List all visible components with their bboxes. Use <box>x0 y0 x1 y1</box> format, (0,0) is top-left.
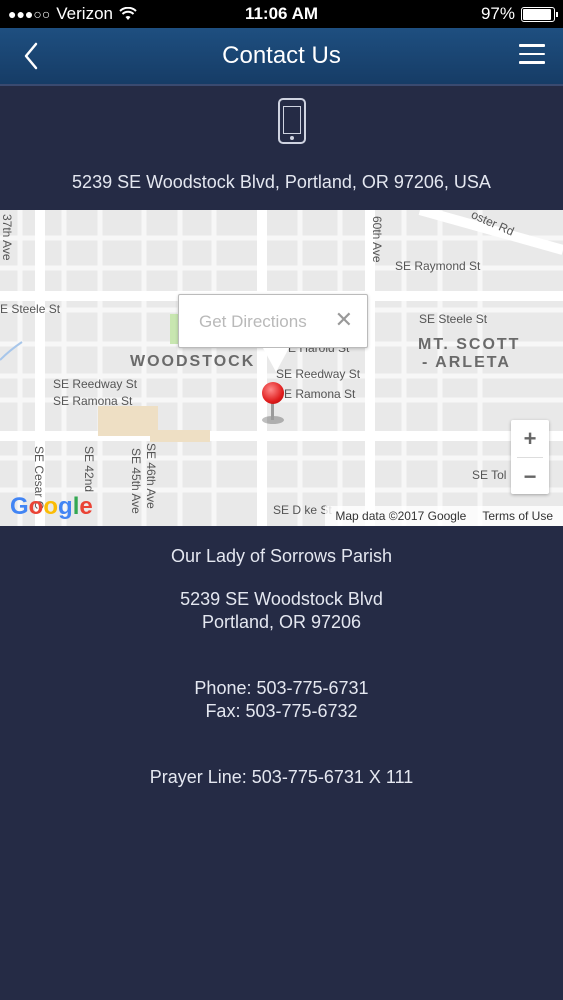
callout-tail <box>263 348 289 372</box>
get-directions-link[interactable]: Get Directions <box>199 312 307 332</box>
battery-icon <box>521 6 558 22</box>
street-label: 37th Ave <box>0 214 14 261</box>
pin-stick <box>271 402 274 420</box>
street-label: SE Tol <box>472 468 507 482</box>
hamburger-icon <box>519 44 545 47</box>
menu-button[interactable] <box>519 44 545 66</box>
street-label: E Steele St <box>0 302 61 316</box>
phone-icon <box>278 98 306 144</box>
get-directions-callout[interactable]: Get Directions ✕ <box>178 294 368 372</box>
street-label: SE Reedway St <box>53 377 138 391</box>
street-label: 60th Ave <box>370 216 384 263</box>
google-logo: Google <box>10 493 93 520</box>
status-bar: ●●●○○ Verizon 11:06 AM 97% <box>0 0 563 28</box>
fax-number: Fax: 503-775-6732 <box>205 701 358 721</box>
area-label-arleta: - ARLETA <box>422 354 511 371</box>
prayer-line[interactable]: Prayer Line: 503-775-6731 X 111 <box>0 767 563 788</box>
parish-name: Our Lady of Sorrows Parish <box>170 546 393 566</box>
street-label: E Ramona St <box>284 387 356 401</box>
map-attribution-bar: Map data ©2017 Google Terms of Use <box>325 506 563 526</box>
map-pin-icon[interactable] <box>262 382 284 404</box>
terms-of-use-link[interactable]: Terms of Use <box>482 509 553 523</box>
nav-bar: Contact Us <box>0 28 563 86</box>
zoom-controls: + − <box>511 420 549 494</box>
header-address: 5239 SE Woodstock Blvd, Portland, OR 972… <box>72 172 491 192</box>
close-icon[interactable]: ✕ <box>335 307 353 333</box>
street-label: SE Raymond St <box>395 259 481 273</box>
contact-header: 5239 SE Woodstock Blvd, Portland, OR 972… <box>0 86 563 210</box>
phone-number[interactable]: Phone: 503-775-6731 <box>0 678 563 699</box>
street-label: SE Steele St <box>419 312 488 326</box>
street-label: SE D ke St <box>273 503 332 517</box>
street-label: SE Ramona St <box>53 394 133 408</box>
address-city: Portland, OR 97206 <box>201 612 362 632</box>
map-view[interactable]: E Steele St SE Steele St SE Raymond St E… <box>0 210 563 526</box>
contact-info: Our Lady of Sorrows Parish 5239 SE Woods… <box>0 526 563 1000</box>
zoom-out-button[interactable]: − <box>511 458 549 495</box>
street-label: SE 42nd <box>82 446 96 493</box>
map-attribution: Map data ©2017 Google <box>335 509 467 523</box>
zoom-in-button[interactable]: + <box>511 420 549 457</box>
street-label: SE 46th Ave <box>144 443 158 509</box>
battery-percent: 97% <box>480 4 515 23</box>
battery-info: 97% <box>480 4 558 24</box>
address-street: 5239 SE Woodstock Blvd <box>180 589 383 609</box>
status-time: 11:06 AM <box>244 4 319 23</box>
street-label: SE 45th Ave <box>129 448 143 514</box>
area-label-woodstock: WOODSTOCK <box>130 353 256 370</box>
area-label-mt-scott: MT. SCOTT <box>418 336 521 353</box>
page-title: Contact Us <box>222 42 341 69</box>
